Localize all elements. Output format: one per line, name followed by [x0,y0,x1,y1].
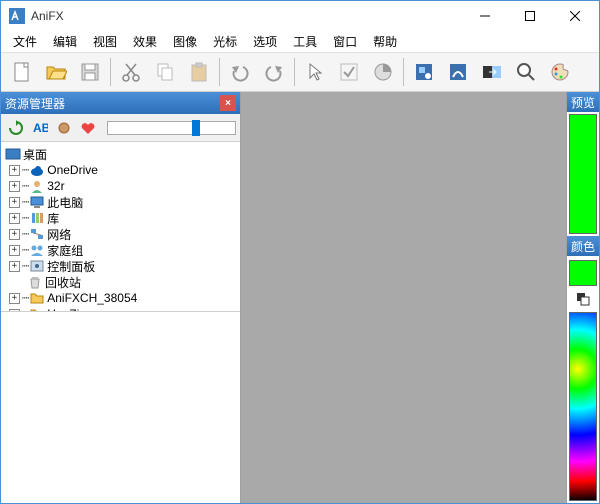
expand-toggle[interactable]: + [9,197,20,208]
toolbar-sep [110,58,111,86]
minimize-button[interactable] [462,2,507,31]
app-window: AniFX 文件 编辑 视图 效果 图像 光标 选项 工具 窗口 帮助 [0,0,600,504]
folder-icon [29,290,45,306]
zoom-slider[interactable] [107,121,236,135]
cut-button[interactable] [115,56,147,88]
open-button[interactable] [40,56,72,88]
app-icon [9,8,25,24]
canvas-area[interactable] [241,92,566,503]
color-pane [567,256,599,503]
font-icon[interactable]: ABC [29,117,51,139]
swap-colors-icon[interactable] [569,290,597,308]
titlebar: AniFX [1,1,599,31]
slider-thumb[interactable] [192,120,200,136]
color-header: 颜色 [567,236,599,256]
undo-button[interactable] [224,56,256,88]
toolbar-sep [294,58,295,86]
control-panel-icon [29,258,45,274]
right-dock: 预览 颜色 [566,92,599,503]
new-button[interactable] [6,56,38,88]
menu-tools[interactable]: 工具 [285,31,325,52]
copy-button[interactable] [149,56,181,88]
save-button[interactable] [74,56,106,88]
toolbar [1,52,599,92]
panel-header: 资源管理器 × [1,92,240,114]
user-icon [29,178,45,194]
preview-header: 预览 [567,92,599,112]
tree-item[interactable]: +┈控制面板 [3,258,238,274]
tool-c-button[interactable] [476,56,508,88]
maximize-button[interactable] [507,2,552,31]
tool-b-button[interactable] [442,56,474,88]
pc-icon [29,194,45,210]
menu-help[interactable]: 帮助 [365,31,405,52]
menu-cursor[interactable]: 光标 [205,31,245,52]
pointer-button[interactable] [299,56,331,88]
tree-item[interactable]: +┈32r [3,178,238,194]
redo-button[interactable] [258,56,290,88]
window-title: AniFX [31,9,462,23]
tree-item[interactable]: +┈网络 [3,226,238,242]
gear-icon[interactable] [53,117,75,139]
toolbar-sep [403,58,404,86]
close-button[interactable] [552,2,597,31]
network-icon [29,226,45,242]
homegroup-icon [29,242,45,258]
expand-toggle[interactable]: + [9,245,20,256]
expand-toggle[interactable]: + [9,293,20,304]
preview-list [1,312,240,503]
panel-close-button[interactable]: × [220,95,236,111]
cloud-icon [29,162,45,178]
tree-item[interactable]: +┈AniFXCH_38054 [3,290,238,306]
folder-tree[interactable]: 桌面 +┈OneDrive +┈32r +┈此电脑 +┈库 +┈网络 +┈家庭组… [1,142,240,312]
tree-item[interactable]: +┈库 [3,210,238,226]
panel-toolbar: ABC [1,114,240,142]
menu-options[interactable]: 选项 [245,31,285,52]
refresh-icon[interactable] [5,117,27,139]
heart-icon[interactable] [77,117,99,139]
tree-item[interactable]: +┈OneDrive [3,162,238,178]
check-button[interactable] [333,56,365,88]
tree-item[interactable]: 回收站 [3,274,238,290]
menubar: 文件 编辑 视图 效果 图像 光标 选项 工具 窗口 帮助 [1,31,599,52]
resource-panel: 资源管理器 × ABC 桌面 +┈OneDrive +┈32r +┈此电脑 +┈… [1,92,241,503]
tree-item[interactable]: +┈家庭组 [3,242,238,258]
toolbar-sep [219,58,220,86]
tree-item[interactable]: +┈此电脑 [3,194,238,210]
menu-view[interactable]: 视图 [85,31,125,52]
expand-toggle[interactable]: + [9,165,20,176]
panel-title: 资源管理器 [5,95,220,112]
tree-root[interactable]: 桌面 [3,146,238,162]
expand-toggle[interactable]: + [9,181,20,192]
svg-text:ABC: ABC [33,121,48,135]
current-color[interactable] [569,260,597,286]
preview-box [569,114,597,234]
menu-window[interactable]: 窗口 [325,31,365,52]
library-icon [29,210,45,226]
main-area: 资源管理器 × ABC 桌面 +┈OneDrive +┈32r +┈此电脑 +┈… [1,92,599,503]
menu-edit[interactable]: 编辑 [45,31,85,52]
circle-button[interactable] [367,56,399,88]
recycle-bin-icon [27,274,43,290]
zoom-button[interactable] [510,56,542,88]
expand-toggle[interactable]: + [9,213,20,224]
tree-label: 桌面 [23,146,47,163]
paste-button[interactable] [183,56,215,88]
desktop-icon [5,146,21,162]
expand-toggle[interactable]: + [9,229,20,240]
tool-a-button[interactable] [408,56,440,88]
menu-effect[interactable]: 效果 [125,31,165,52]
palette-button[interactable] [544,56,576,88]
menu-file[interactable]: 文件 [5,31,45,52]
menu-image[interactable]: 图像 [165,31,205,52]
expand-toggle[interactable]: + [9,261,20,272]
color-palette[interactable] [569,312,597,501]
